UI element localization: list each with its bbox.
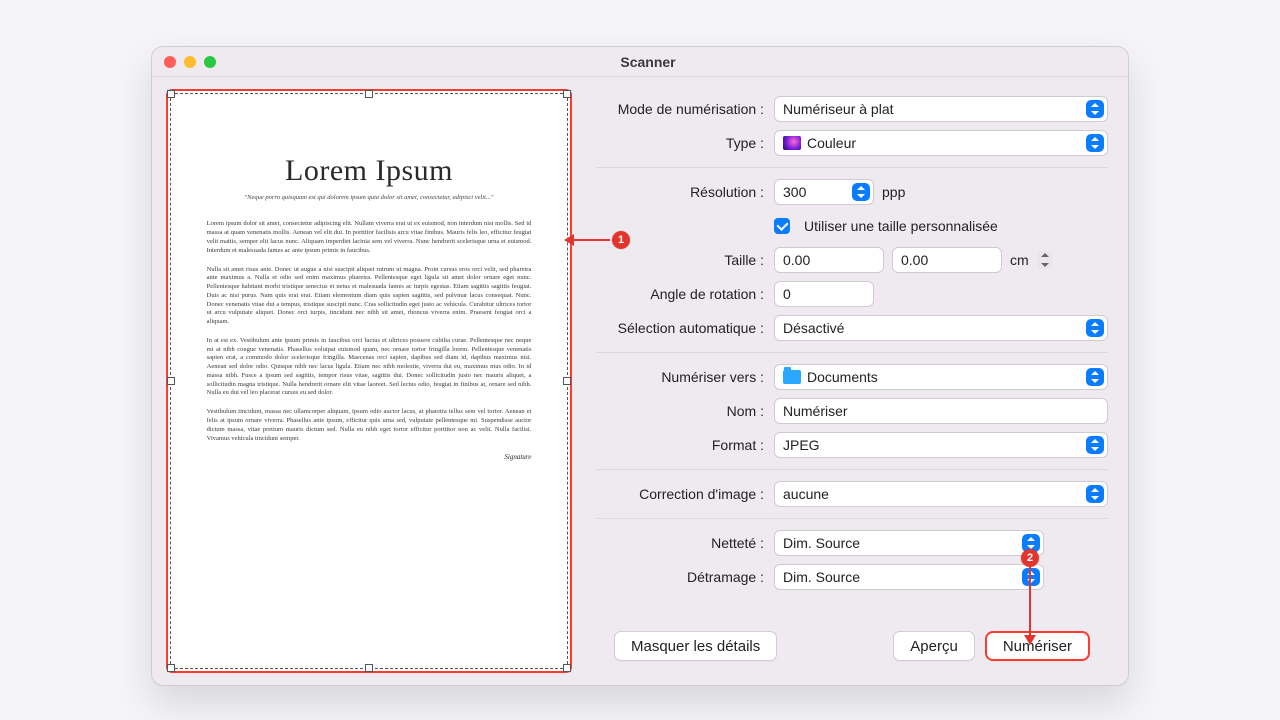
crop-handle[interactable] bbox=[563, 377, 571, 385]
crop-handle[interactable] bbox=[365, 90, 373, 98]
folder-icon bbox=[783, 370, 801, 384]
scan-label: Numériser bbox=[1003, 638, 1072, 655]
color-swatch-icon bbox=[783, 136, 801, 150]
custom-size-checkbox[interactable] bbox=[774, 218, 790, 234]
rotation-input[interactable]: 0 bbox=[774, 281, 874, 307]
scan-to-select[interactable]: Documents bbox=[774, 364, 1108, 390]
doc-signature: Signature bbox=[207, 453, 532, 461]
separator bbox=[596, 518, 1108, 519]
type-value: Couleur bbox=[807, 135, 856, 151]
label-resolution: Résolution : bbox=[596, 184, 774, 200]
crop-handle[interactable] bbox=[563, 90, 571, 98]
content: Lorem Ipsum "Neque porro quisquam est qu… bbox=[152, 77, 1128, 685]
label-image-correction: Correction d'image : bbox=[596, 486, 774, 502]
resolution-select[interactable]: 300 bbox=[774, 179, 874, 205]
format-select[interactable]: JPEG bbox=[774, 432, 1108, 458]
name-value: Numériser bbox=[783, 403, 848, 419]
preview-crop-area[interactable]: Lorem Ipsum "Neque porro quisquam est qu… bbox=[170, 93, 568, 669]
label-scan-mode: Mode de numérisation : bbox=[596, 101, 774, 117]
label-size: Taille : bbox=[596, 252, 774, 268]
crop-handle[interactable] bbox=[563, 664, 571, 672]
overview-button[interactable]: Aperçu bbox=[893, 631, 975, 661]
crop-handle[interactable] bbox=[167, 90, 175, 98]
scanner-window: Scanner Lorem Ipsum "Neque porro quisqua… bbox=[151, 46, 1129, 686]
label-name: Nom : bbox=[596, 403, 774, 419]
separator bbox=[596, 352, 1108, 353]
size-height-input[interactable]: 0.00 bbox=[892, 247, 1002, 273]
label-rotation: Angle de rotation : bbox=[596, 286, 774, 302]
sharpness-value: Dim. Source bbox=[783, 535, 860, 551]
preview-selection[interactable]: Lorem Ipsum "Neque porro quisquam est qu… bbox=[166, 89, 572, 673]
size-unit-stepper[interactable] bbox=[1037, 251, 1053, 269]
chevron-updown-icon bbox=[1022, 568, 1040, 586]
label-format: Format : bbox=[596, 437, 774, 453]
size-height-value: 0.00 bbox=[901, 252, 928, 268]
format-value: JPEG bbox=[783, 437, 820, 453]
size-width-value: 0.00 bbox=[783, 252, 810, 268]
chevron-updown-icon bbox=[1086, 100, 1104, 118]
hide-details-button[interactable]: Masquer les détails bbox=[614, 631, 777, 661]
image-correction-select[interactable]: aucune bbox=[774, 481, 1108, 507]
settings-pane: Mode de numérisation : Numériseur à plat… bbox=[582, 77, 1128, 685]
crop-handle[interactable] bbox=[167, 377, 175, 385]
chevron-updown-icon bbox=[1086, 368, 1104, 386]
doc-paragraph: In at est ex. Vestibulum ante ipsum prim… bbox=[207, 337, 532, 398]
chevron-updown-icon bbox=[1086, 319, 1104, 337]
doc-heading: Lorem Ipsum bbox=[207, 154, 532, 188]
name-input[interactable]: Numériser bbox=[774, 398, 1108, 424]
footer: Masquer les détails Aperçu Numériser bbox=[596, 623, 1108, 675]
resolution-unit: ppp bbox=[882, 184, 905, 200]
chevron-updown-icon bbox=[1086, 134, 1104, 152]
crop-handle[interactable] bbox=[365, 664, 373, 672]
custom-size-label: Utiliser une taille personnalisée bbox=[804, 218, 998, 234]
image-correction-value: aucune bbox=[783, 486, 829, 502]
separator bbox=[596, 469, 1108, 470]
overview-label: Aperçu bbox=[910, 638, 958, 655]
preview-document: Lorem Ipsum "Neque porro quisquam est qu… bbox=[207, 154, 532, 668]
preview-pane: Lorem Ipsum "Neque porro quisquam est qu… bbox=[152, 77, 582, 685]
separator bbox=[596, 167, 1108, 168]
chevron-updown-icon bbox=[1086, 436, 1104, 454]
size-width-input[interactable]: 0.00 bbox=[774, 247, 884, 273]
descreen-select[interactable]: Dim. Source bbox=[774, 564, 1044, 590]
resolution-value: 300 bbox=[783, 184, 806, 200]
hide-details-label: Masquer les détails bbox=[631, 638, 760, 655]
scan-mode-select[interactable]: Numériseur à plat bbox=[774, 96, 1108, 122]
sharpness-select[interactable]: Dim. Source bbox=[774, 530, 1044, 556]
scan-to-value: Documents bbox=[807, 369, 878, 385]
doc-paragraph: Vestibulum tincidunt, massa nec ullamcor… bbox=[207, 408, 532, 443]
auto-select-value: Désactivé bbox=[783, 320, 844, 336]
titlebar: Scanner bbox=[152, 47, 1128, 77]
doc-paragraph: Lorem ipsum dolor sit amet, consectetur … bbox=[207, 220, 532, 255]
chevron-updown-icon bbox=[1086, 485, 1104, 503]
close-icon[interactable] bbox=[164, 56, 176, 68]
rotation-value: 0 bbox=[783, 286, 791, 302]
type-select[interactable]: Couleur bbox=[774, 130, 1108, 156]
label-sharpness: Netteté : bbox=[596, 535, 774, 551]
label-descreen: Détramage : bbox=[596, 569, 774, 585]
descreen-value: Dim. Source bbox=[783, 569, 860, 585]
label-type: Type : bbox=[596, 135, 774, 151]
scan-button[interactable]: Numériser bbox=[985, 631, 1090, 661]
doc-paragraph: Nulla sit amet risus ante. Donec ut augu… bbox=[207, 266, 532, 327]
size-unit: cm bbox=[1010, 252, 1029, 268]
doc-quote: "Neque porro quisquam est qui dolorem ip… bbox=[207, 194, 532, 202]
window-title: Scanner bbox=[180, 54, 1116, 70]
chevron-updown-icon bbox=[852, 183, 870, 201]
label-auto-select: Sélection automatique : bbox=[596, 320, 774, 336]
auto-select-select[interactable]: Désactivé bbox=[774, 315, 1108, 341]
crop-handle[interactable] bbox=[167, 664, 175, 672]
scan-mode-value: Numériseur à plat bbox=[783, 101, 894, 117]
chevron-updown-icon bbox=[1022, 534, 1040, 552]
label-scan-to: Numériser vers : bbox=[596, 369, 774, 385]
